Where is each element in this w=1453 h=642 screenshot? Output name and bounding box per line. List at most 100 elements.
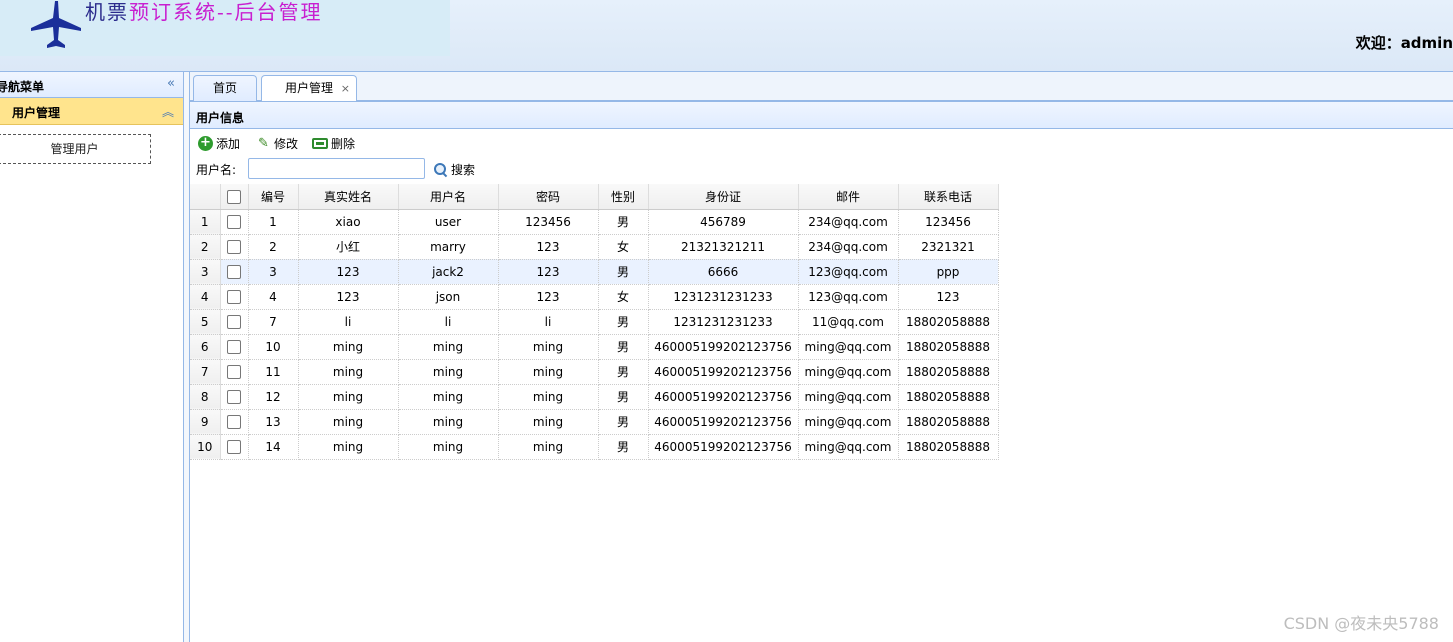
menu-group-users[interactable]: 用户管理 ︽ xyxy=(0,98,183,125)
table-row[interactable]: 9 13 ming ming ming 男 460005199202123756 ming@q… xyxy=(190,409,999,435)
cell-phone: 18802058888 xyxy=(898,409,999,435)
tab-bar: 首页 用户管理 × xyxy=(190,72,1453,102)
cell-gender: 女 xyxy=(598,284,649,310)
app-title-part1: 机票 xyxy=(85,0,129,24)
row-checkbox[interactable] xyxy=(227,264,241,279)
cell-phone: 123 xyxy=(898,284,999,310)
row-checkbox[interactable] xyxy=(227,214,241,229)
cell-id: 2 xyxy=(248,234,299,260)
menu-item-manage-users[interactable]: 管理用户 xyxy=(0,134,151,164)
tab-home[interactable]: 首页 xyxy=(193,75,257,101)
column-header[interactable]: 编号 xyxy=(248,184,299,210)
row-number: 5 xyxy=(190,309,221,335)
cell-email: 123@qq.com xyxy=(798,259,899,285)
row-checkbox[interactable] xyxy=(227,389,241,404)
cell-phone: 18802058888 xyxy=(898,384,999,410)
search-icon xyxy=(434,163,447,176)
cell-name: xiao xyxy=(298,209,399,235)
panel-title: 用户信息 xyxy=(196,111,245,125)
column-header[interactable]: 密码 xyxy=(498,184,599,210)
row-checkbox[interactable] xyxy=(227,414,241,429)
cell-name: li xyxy=(298,309,399,335)
cell-email: 123@qq.com xyxy=(798,284,899,310)
table-row[interactable]: 2 2 小红 marry 123 女 21321321211 234@qq.com 232132… xyxy=(190,234,999,260)
column-header[interactable]: 用户名 xyxy=(398,184,499,210)
row-number: 1 xyxy=(190,209,221,235)
table-row[interactable]: 5 7 li li li 男 1231231231233 11@qq.com 188020588… xyxy=(190,309,999,335)
collapse-left-icon[interactable]: « xyxy=(167,76,175,91)
table-row[interactable]: 7 11 ming ming ming 男 460005199202123756 ming@q… xyxy=(190,359,999,385)
cell-password: 123 xyxy=(498,234,599,260)
cell-phone: 123456 xyxy=(898,209,999,235)
cell-email: ming@qq.com xyxy=(798,384,899,410)
search-button-label: 搜索 xyxy=(451,163,476,177)
cell-idcard: 1231231231233 xyxy=(648,309,799,335)
column-header[interactable]: 性别 xyxy=(598,184,649,210)
row-checkbox[interactable] xyxy=(227,339,241,354)
column-header[interactable]: 联系电话 xyxy=(898,184,999,210)
cell-idcard: 21321321211 xyxy=(648,234,799,260)
row-checkbox[interactable] xyxy=(227,314,241,329)
cell-username: li xyxy=(398,309,499,335)
tab-user-management[interactable]: 用户管理 × xyxy=(261,75,357,102)
menu-group-label: 用户管理 xyxy=(12,106,61,120)
cell-gender: 男 xyxy=(598,334,649,360)
search-button[interactable]: 搜索 xyxy=(434,161,475,178)
edit-button[interactable]: ✎ 修改 xyxy=(256,134,298,152)
row-number: 4 xyxy=(190,284,221,310)
row-number: 2 xyxy=(190,234,221,260)
row-select-cell xyxy=(220,359,249,385)
logo-area: 机票预订系统--后台管理 xyxy=(0,0,450,56)
cell-gender: 男 xyxy=(598,384,649,410)
cell-idcard: 1231231231233 xyxy=(648,284,799,310)
add-icon: + xyxy=(198,135,213,151)
table-row[interactable]: 6 10 ming ming ming 男 460005199202123756 ming@q… xyxy=(190,334,999,360)
add-button[interactable]: + 添加 xyxy=(198,134,240,152)
cell-username: ming xyxy=(398,409,499,435)
select-all-header xyxy=(220,184,249,210)
username-search-input[interactable] xyxy=(248,158,425,179)
cell-password: ming xyxy=(498,434,599,460)
delete-button[interactable]: 删除 xyxy=(312,134,355,152)
cell-name: ming xyxy=(298,384,399,410)
add-button-label: 添加 xyxy=(216,136,241,151)
cell-id: 4 xyxy=(248,284,299,310)
table-header-row: 编号 真实姓名 用户名 密码 性别 身份证 邮件 联系电话 xyxy=(190,184,999,210)
column-header[interactable]: 真实姓名 xyxy=(298,184,399,210)
cell-email: ming@qq.com xyxy=(798,334,899,360)
row-select-cell xyxy=(220,259,249,285)
cell-idcard: 6666 xyxy=(648,259,799,285)
search-label: 用户名: xyxy=(196,163,237,177)
cell-username: marry xyxy=(398,234,499,260)
row-select-cell xyxy=(220,334,249,360)
cell-phone: 18802058888 xyxy=(898,309,999,335)
panel-header: 用户信息 xyxy=(190,101,1453,129)
nav-panel: 导航菜单 « 用户管理 ︽ 管理用户 xyxy=(0,72,184,642)
cell-idcard: 460005199202123756 xyxy=(648,359,799,385)
table-row[interactable]: 10 14 ming ming ming 男 460005199202123756 ming@… xyxy=(190,434,999,460)
select-all-checkbox[interactable] xyxy=(227,189,241,204)
row-checkbox[interactable] xyxy=(227,289,241,304)
toolbar: + 添加 ✎ 修改 删除 xyxy=(190,129,1453,155)
cell-email: ming@qq.com xyxy=(798,434,899,460)
collapse-up-icon[interactable]: ︽ xyxy=(162,103,174,120)
cell-gender: 男 xyxy=(598,409,649,435)
cell-idcard: 460005199202123756 xyxy=(648,384,799,410)
table-row[interactable]: 3 3 123 jack2 123 男 6666 123@qq.com ppp xyxy=(190,259,999,285)
table-row[interactable]: 1 1 xiao user 123456 男 456789 234@qq.com 123456 xyxy=(190,209,999,235)
row-checkbox[interactable] xyxy=(227,239,241,254)
cell-name: ming xyxy=(298,334,399,360)
row-number: 8 xyxy=(190,384,221,410)
close-icon[interactable]: × xyxy=(341,76,350,101)
column-header[interactable]: 邮件 xyxy=(798,184,899,210)
cell-password: ming xyxy=(498,409,599,435)
cell-name: 123 xyxy=(298,284,399,310)
cell-id: 12 xyxy=(248,384,299,410)
row-checkbox[interactable] xyxy=(227,439,241,454)
row-checkbox[interactable] xyxy=(227,364,241,379)
table-row[interactable]: 8 12 ming ming ming 男 460005199202123756 ming@q… xyxy=(190,384,999,410)
column-header[interactable]: 身份证 xyxy=(648,184,799,210)
table-row[interactable]: 4 4 123 json 123 女 1231231231233 123@qq.com 123 xyxy=(190,284,999,310)
cell-id: 14 xyxy=(248,434,299,460)
user-table: 编号 真实姓名 用户名 密码 性别 身份证 邮件 联系电话 1 1 xiao user… xyxy=(190,184,999,460)
